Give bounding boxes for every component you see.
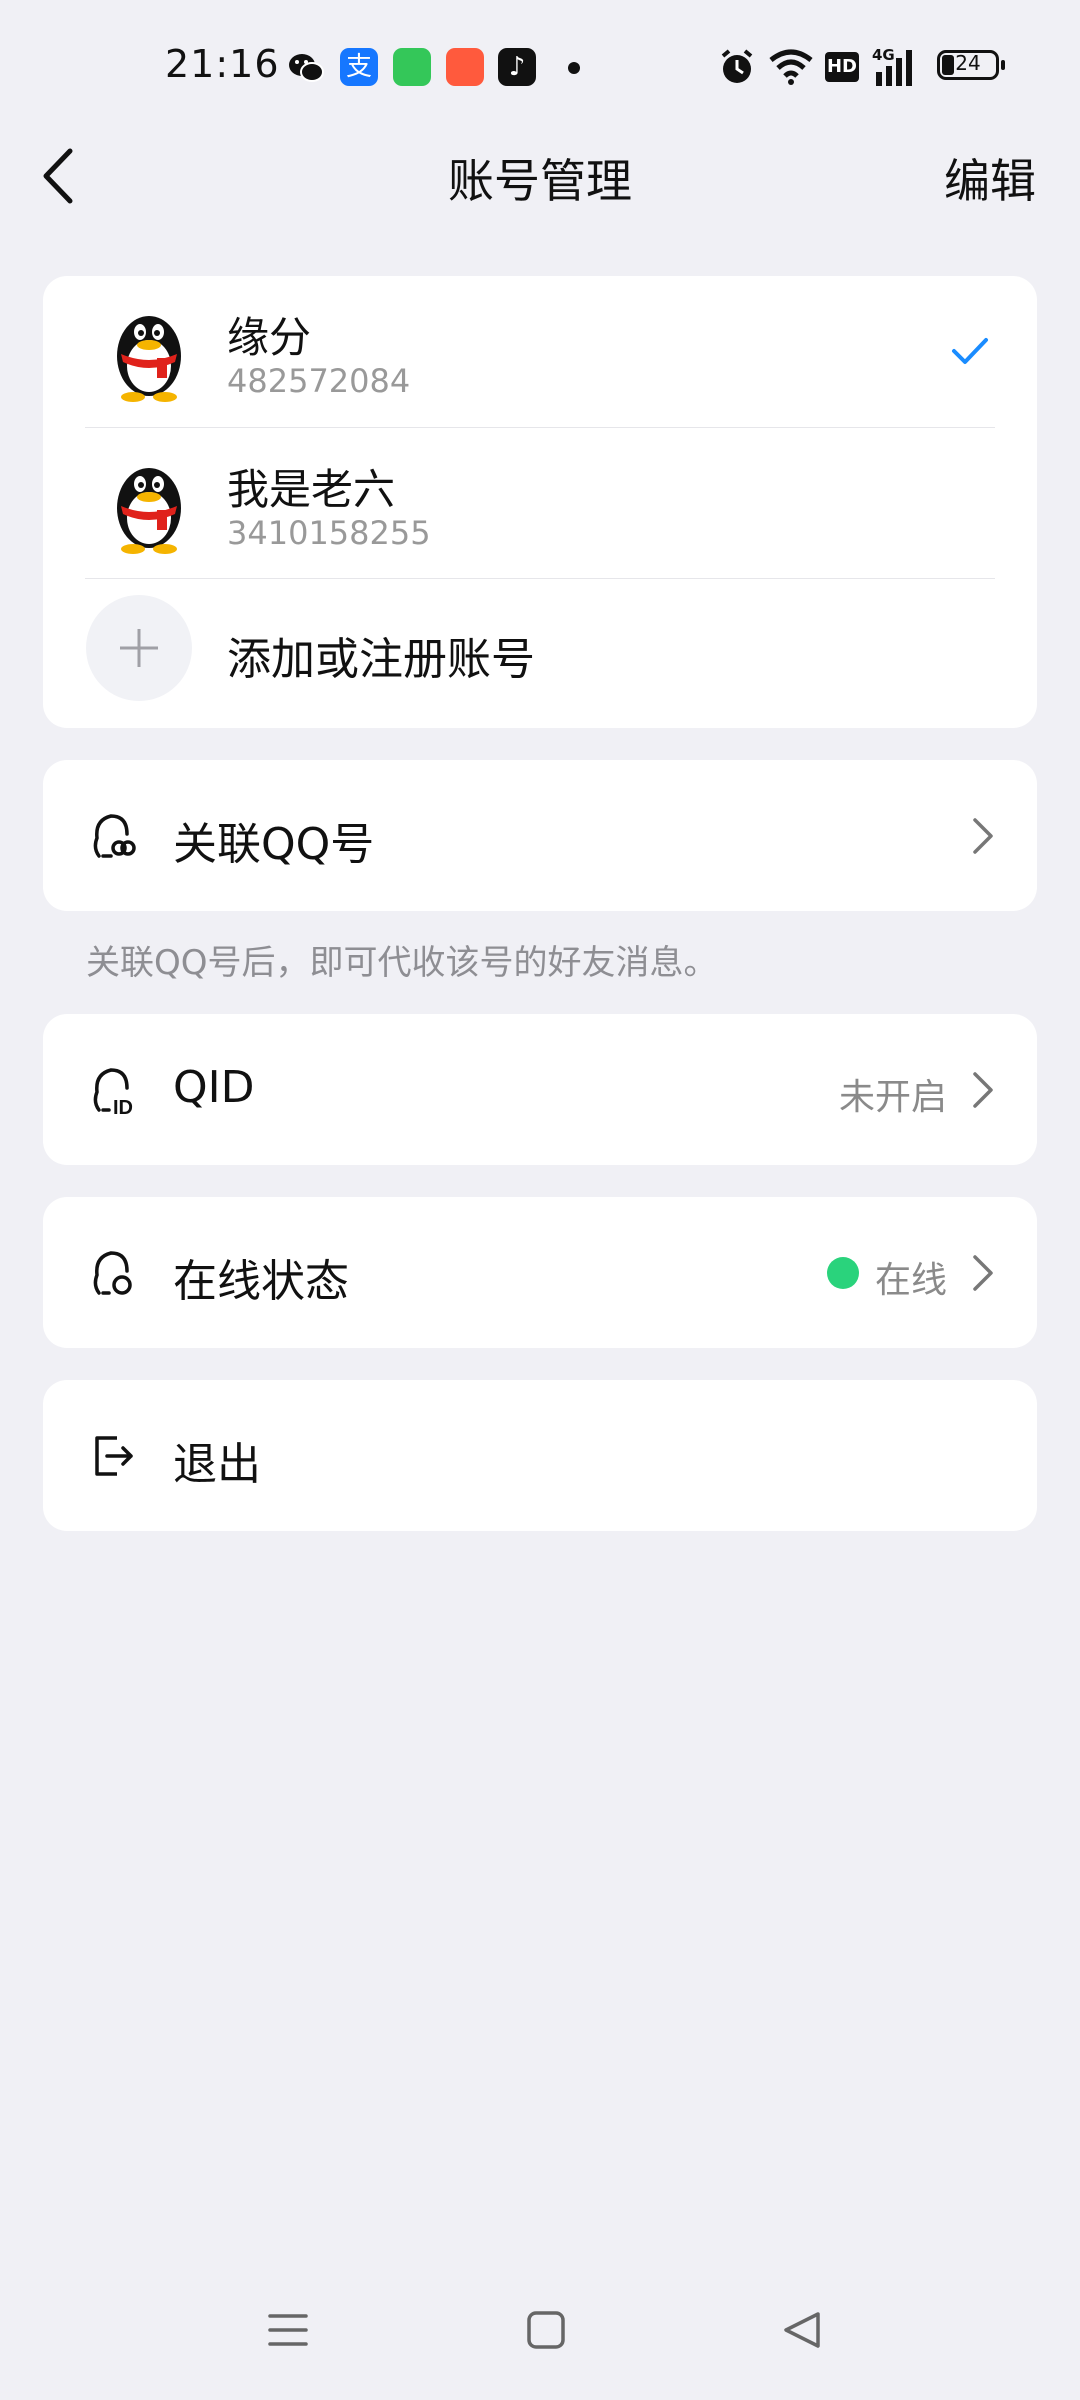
online-status-icon [93,1251,132,1295]
account-id: 3410158255 [227,514,431,552]
chevron-right-icon [973,1072,993,1108]
logout-label: 退出 [173,1439,261,1490]
plus-icon [120,629,158,667]
add-circle [86,595,192,701]
tiktok-icon: ♪ [498,48,536,86]
battery-icon: 24 [937,50,1005,80]
chevron-right-icon [973,818,993,854]
account-id: 482572084 [227,362,411,400]
alipay-icon: 支 [340,48,378,86]
qid-label: QID [173,1062,255,1113]
wifi-icon [769,49,813,85]
account-row[interactable]: 我是老六 3410158255 [43,428,1037,579]
link-qq-row[interactable]: 关联QQ号 [43,760,1037,911]
edit-button[interactable]: 编辑 [944,145,1036,211]
menu-icon[interactable] [268,2310,308,2350]
link-qq-icon [93,814,136,858]
account-name: 我是老六 [227,465,396,514]
status-bar: 21:16 支 ♪ HD 4G 24 [0,0,1080,130]
app-store-icon [393,48,431,86]
alarm-icon [721,49,753,83]
qid-status: 未开启 [838,1077,947,1118]
signal-4g-icon: 4G [872,46,922,86]
account-row[interactable]: 缘分 482572084 [43,276,1037,427]
link-qq-label: 关联QQ号 [173,819,375,870]
online-status-label: 在线状态 [173,1256,349,1307]
hd-icon: HD [825,52,859,82]
qid-icon: ID [93,1068,133,1118]
account-name: 缘分 [227,313,312,362]
add-account-button[interactable]: 添加或注册账号 [43,579,1037,730]
wechat-icon [289,54,324,82]
logout-row[interactable]: 退出 [43,1380,1037,1531]
link-qq-hint: 关联QQ号后，即可代收该号的好友消息。 [86,943,718,983]
qid-row[interactable]: ID QID 未开启 [43,1014,1037,1165]
online-indicator [827,1257,859,1289]
online-status-row[interactable]: 在线状态 在线 [43,1197,1037,1348]
status-time: 21:16 [165,42,280,86]
svg-text:ID: ID [113,1097,133,1118]
chevron-right-icon [973,1255,993,1291]
notification-dot [568,62,580,74]
kuaishou-icon [446,48,484,86]
add-account-label: 添加或注册账号 [227,634,535,685]
logout-icon [95,1436,133,1476]
qq-penguin-avatar [117,468,181,554]
home-icon[interactable] [526,2310,566,2350]
page-title: 账号管理 [448,154,632,208]
accounts-card: 缘分 482572084 我是老六 3410158255 添加或注册账号 [43,276,1037,728]
qq-penguin-avatar [117,316,181,402]
checkmark-icon [952,338,988,364]
online-status-value: 在线 [874,1260,947,1301]
back-triangle-icon[interactable] [782,2310,822,2350]
